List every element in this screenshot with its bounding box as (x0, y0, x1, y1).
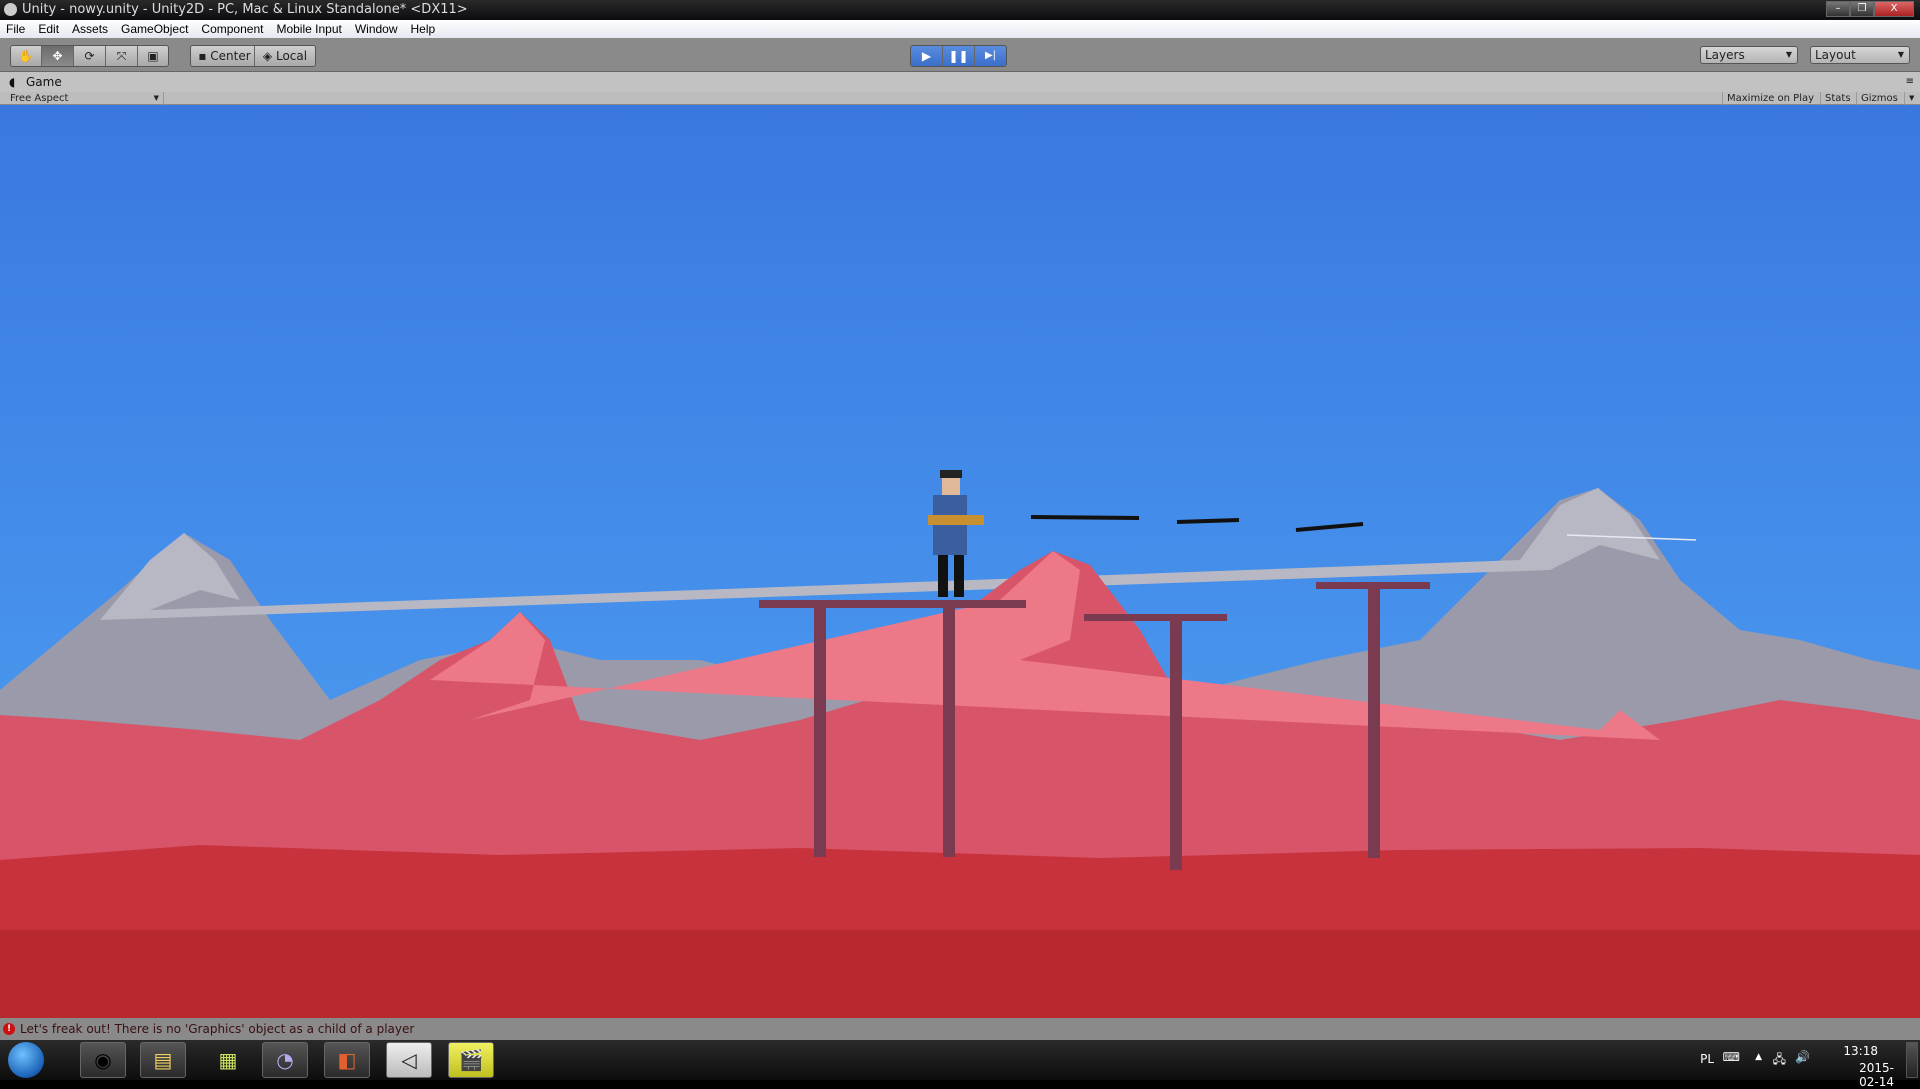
clock-time[interactable]: 13:18 (1843, 1044, 1878, 1058)
video-icon[interactable]: ▦ (205, 1042, 251, 1078)
pause-button[interactable]: ❚❚ (943, 46, 975, 66)
explorer-icon[interactable]: ▤ (140, 1042, 186, 1078)
chevron-down-icon: ▼ (1897, 50, 1904, 59)
menu-mobile-input[interactable]: Mobile Input (276, 20, 341, 38)
chrome-icon[interactable]: ◉ (80, 1042, 126, 1078)
stats-toggle[interactable]: Stats (1820, 92, 1855, 105)
layers-dropdown[interactable]: Layers ▼ (1700, 46, 1798, 64)
pillar (943, 605, 955, 857)
menu-help[interactable]: Help (411, 20, 436, 38)
hand-tool-icon[interactable]: ✋ (11, 46, 42, 66)
close-button[interactable]: X (1874, 1, 1914, 17)
network-icon[interactable]: 🖧 (1773, 1050, 1786, 1071)
taskbar: ◉ ▤ ▦ ◔ ◧ ◁ 🎬 PL ⌨ ▲ 🖧 🔊 13:18 2015-02-1… (0, 1040, 1920, 1089)
menu-bar: File Edit Assets GameObject Component Mo… (0, 20, 1920, 38)
error-icon: ! (3, 1023, 15, 1035)
gizmos-dropdown-icon[interactable]: ▼ (1904, 92, 1918, 105)
show-hidden-icons-icon[interactable]: ▲ (1755, 1052, 1762, 1062)
game-tab-icon: ◖ (9, 75, 16, 89)
gizmos-toggle[interactable]: Gizmos (1856, 92, 1902, 105)
language-indicator[interactable]: PL (1700, 1052, 1714, 1066)
restore-button[interactable]: ❐ (1850, 1, 1874, 17)
menu-edit[interactable]: Edit (38, 20, 59, 38)
menu-gameobject[interactable]: GameObject (121, 20, 188, 38)
menu-assets[interactable]: Assets (72, 20, 108, 38)
game-view[interactable] (0, 105, 1920, 1018)
bittorrent-icon[interactable]: ◔ (262, 1042, 308, 1078)
pillar (814, 605, 826, 857)
step-button[interactable]: ▶| (975, 46, 1006, 66)
layout-dropdown[interactable]: Layout ▼ (1810, 46, 1910, 64)
pillar (1170, 618, 1182, 870)
move-tool-icon[interactable]: ✥ (42, 46, 74, 66)
ground-lower (0, 930, 1920, 1018)
tab-menu-icon[interactable]: ≡ (1906, 72, 1914, 92)
unity-icon[interactable]: ◁ (386, 1042, 432, 1078)
play-button[interactable]: ▶ (911, 46, 943, 66)
rect-tool-icon[interactable]: ▣ (138, 46, 168, 66)
chevron-down-icon: ▼ (153, 94, 159, 102)
scale-tool-icon[interactable]: ⤧ (106, 46, 138, 66)
console-status-bar[interactable]: ! Let's freak out! There is no 'Graphics… (0, 1018, 1920, 1040)
rotate-tool-icon[interactable]: ⟳ (74, 46, 106, 66)
menu-window[interactable]: Window (355, 20, 398, 38)
start-button[interactable] (8, 1042, 44, 1078)
status-message: Let's freak out! There is no 'Graphics' … (20, 1022, 415, 1036)
game-scene (0, 105, 1920, 1018)
maximize-on-play-toggle[interactable]: Maximize on Play (1722, 92, 1818, 105)
pivot-icon: ▪ (198, 49, 211, 63)
cube-icon: ◈ (262, 49, 276, 63)
menu-file[interactable]: File (6, 20, 25, 38)
window-title: Unity - nowy.unity - Unity2D - PC, Mac &… (22, 2, 468, 17)
minimize-button[interactable]: – (1826, 1, 1850, 17)
unity-logo-icon (4, 3, 17, 16)
media-player-classic-icon[interactable]: 🎬 (448, 1042, 494, 1078)
title-bar: Unity - nowy.unity - Unity2D - PC, Mac &… (0, 0, 1920, 20)
toolbar: ✋ ✥ ⟳ ⤧ ▣ ▪ Center ◈ Local ▶ ❚❚ ▶| Layer… (0, 38, 1920, 72)
pivot-local-button[interactable]: ◈ Local (255, 46, 315, 66)
pillar (1368, 586, 1380, 858)
clock-date[interactable]: 2015-02-14 (1859, 1061, 1894, 1089)
show-desktop-button[interactable] (1906, 1042, 1918, 1078)
avg-icon[interactable]: ◧ (324, 1042, 370, 1078)
platform-2 (1084, 614, 1227, 621)
game-view-toolbar: Free Aspect ▼ Maximize on Play Stats Gizm… (0, 92, 1920, 105)
chevron-down-icon: ▼ (1785, 50, 1792, 59)
aspect-dropdown[interactable]: Free Aspect ▼ (4, 92, 164, 105)
game-tab[interactable]: ◖ Game ≡ (0, 72, 1920, 92)
volume-icon[interactable]: 🔊 (1795, 1050, 1810, 1064)
keyboard-icon[interactable]: ⌨ (1723, 1050, 1740, 1064)
menu-component[interactable]: Component (201, 20, 263, 38)
platform-1 (759, 600, 1026, 608)
pivot-center-button[interactable]: ▪ Center (191, 46, 255, 66)
